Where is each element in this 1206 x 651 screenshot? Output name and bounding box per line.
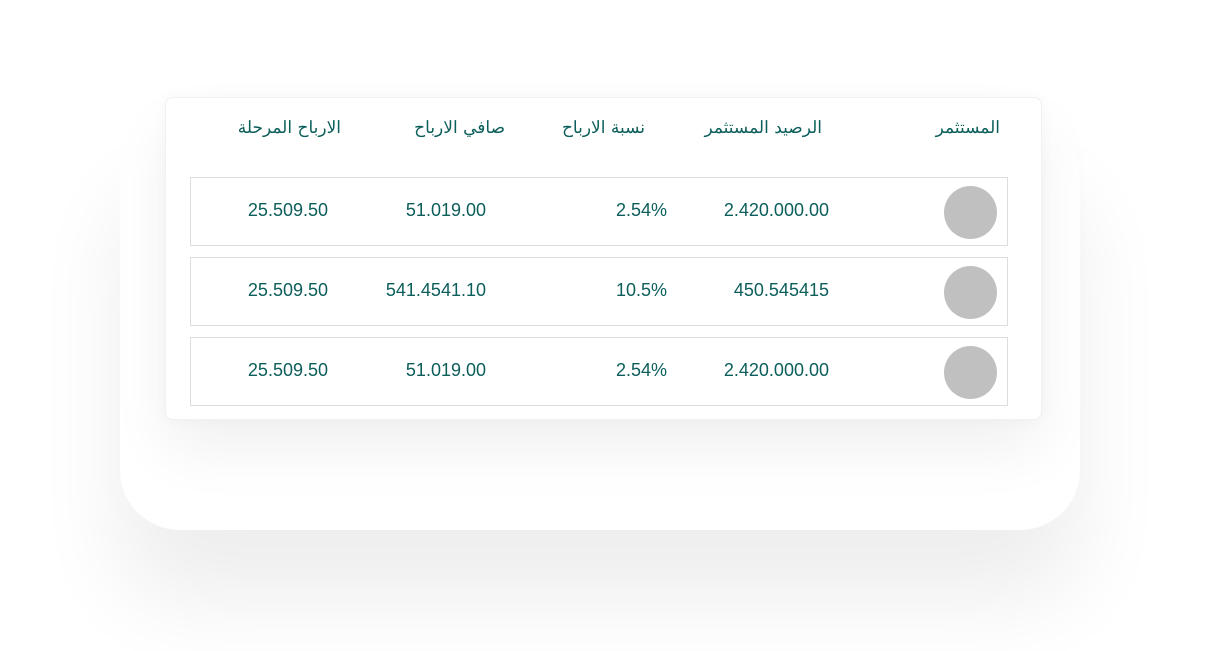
cell-carried-profit: 25.509.50 [247, 280, 328, 300]
header-carried-profit: الارباح المرحلة [237, 118, 341, 138]
cell-profit-rate: 2.54% [615, 360, 667, 380]
table-row[interactable]: 2.420.000.00 2.54% 51.019.00 25.509.50 [190, 177, 1008, 246]
investors-table-card: المستثمر الرصيد المستثمر نسبة الارباح صا… [165, 97, 1042, 420]
cell-profit-rate: 10.5% [615, 280, 667, 300]
table-row[interactable]: 450.545415 10.5% 541.4541.10 25.509.50 [190, 257, 1008, 326]
cell-carried-profit: 25.509.50 [247, 360, 328, 380]
avatar [944, 266, 997, 319]
header-net-profit: صافي الارباح [414, 118, 505, 138]
cell-invested-balance: 2.420.000.00 [723, 200, 829, 220]
header-invested-balance: الرصيد المستثمر [704, 118, 822, 138]
cell-invested-balance: 2.420.000.00 [723, 360, 829, 380]
cell-net-profit: 51.019.00 [405, 200, 486, 220]
header-profit-rate: نسبة الارباح [561, 118, 645, 138]
avatar [944, 346, 997, 399]
header-investor: المستثمر [935, 118, 1000, 138]
cell-carried-profit: 25.509.50 [247, 200, 328, 220]
table-header: المستثمر الرصيد المستثمر نسبة الارباح صا… [166, 98, 1041, 168]
cell-profit-rate: 2.54% [615, 200, 667, 220]
table-row[interactable]: 2.420.000.00 2.54% 51.019.00 25.509.50 [190, 337, 1008, 406]
cell-net-profit: 51.019.00 [405, 360, 486, 380]
cell-net-profit: 541.4541.10 [385, 280, 486, 300]
cell-invested-balance: 450.545415 [733, 280, 829, 300]
avatar [944, 186, 997, 239]
